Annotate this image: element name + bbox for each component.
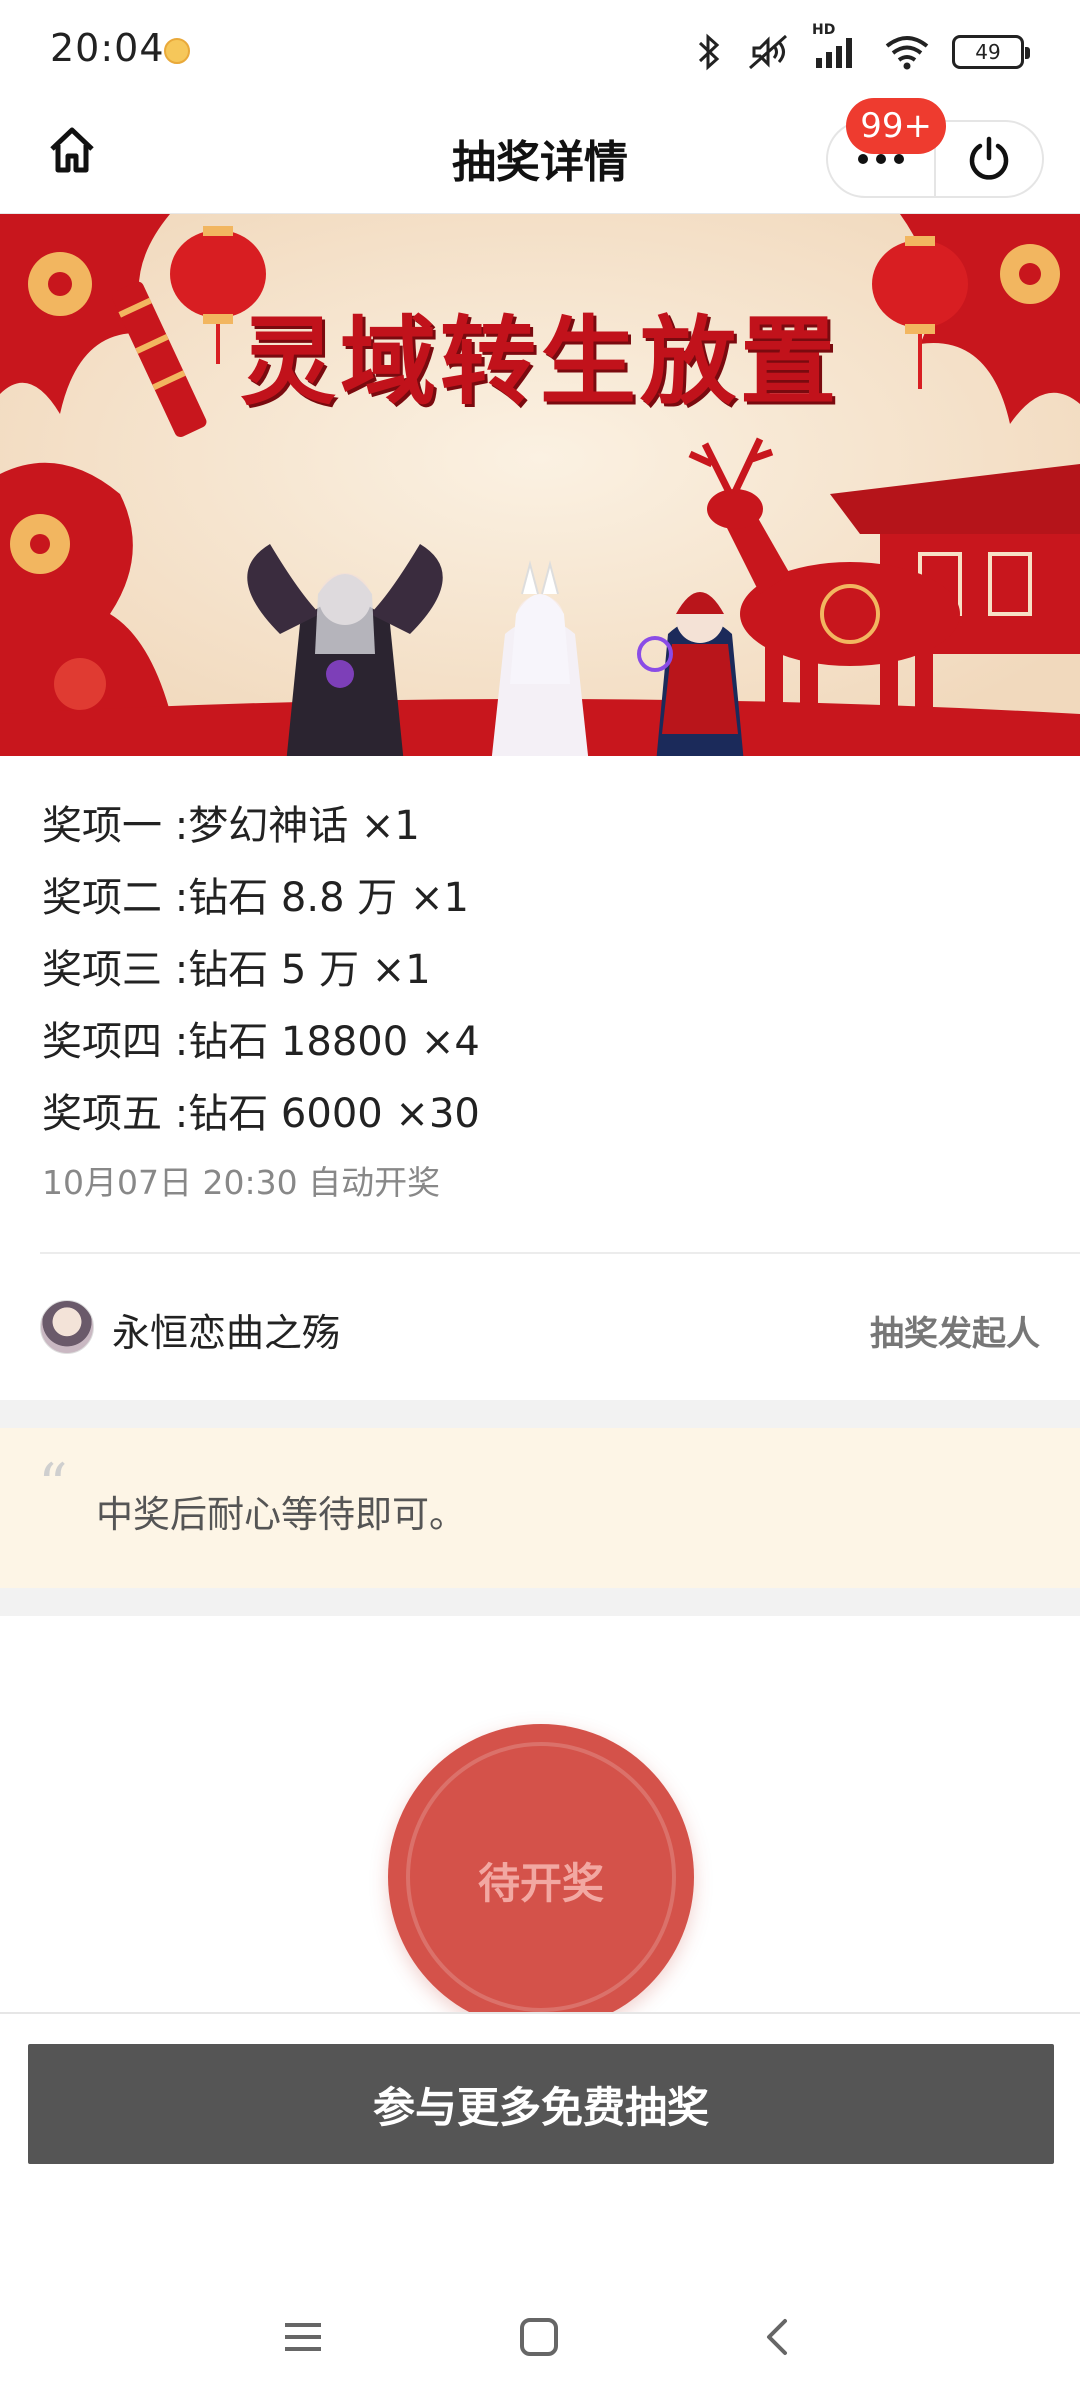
mute-icon (746, 32, 790, 72)
prize-label: 奖项一 : (42, 803, 189, 849)
initiator-name: 永恒恋曲之殇 (112, 1311, 341, 1355)
section-gap (0, 1400, 1080, 1428)
note-box: “ 中奖后耐心等待即可。 (0, 1428, 1080, 1588)
prize-content: 钻石 8.8 万 ×1 (188, 875, 469, 921)
prize-item: 奖项一 :梦幻神话 ×1 (42, 790, 1042, 862)
bottom-panel: 参与更多免费抽奖 (0, 2012, 1080, 2272)
prize-label: 奖项四 : (42, 1019, 189, 1065)
prize-content: 钻石 18800 ×4 (188, 1019, 480, 1065)
draw-time: 10月07日 20:30 自动开奖 (42, 1163, 441, 1202)
prize-content: 钻石 6000 ×30 (188, 1091, 480, 1137)
status-bar: 20:04 HD 49 (0, 0, 1080, 96)
nav-bar: 抽奖详情 99+ (0, 96, 1080, 214)
signal-icon: HD (812, 22, 862, 72)
power-icon[interactable] (936, 122, 1042, 196)
prize-label: 奖项三 : (42, 947, 189, 993)
prize-content: 梦幻神话 ×1 (188, 803, 420, 849)
capsule-menu: 99+ (826, 98, 1044, 198)
initiator-role: 抽奖发起人 (870, 1314, 1040, 1354)
more-lottery-button[interactable]: 参与更多免费抽奖 (28, 2044, 1054, 2164)
draw-status-button[interactable]: 待开奖 (388, 1724, 694, 2030)
prize-item: 奖项二 :钻石 8.8 万 ×1 (42, 862, 1042, 934)
prize-content: 钻石 5 万 ×1 (188, 947, 431, 993)
note-text: 中奖后耐心等待即可。 (96, 1493, 466, 1536)
emoji-icon (164, 38, 190, 64)
status-icons: HD 49 (694, 22, 1030, 76)
draw-status-label: 待开奖 (477, 1859, 604, 1908)
prize-list: 奖项一 :梦幻神话 ×1 奖项二 :钻石 8.8 万 ×1 奖项三 :钻石 5 … (42, 790, 1042, 1208)
status-time: 20:04 (50, 26, 165, 70)
back-icon[interactable] (752, 2312, 802, 2362)
battery-icon: 49 (952, 35, 1030, 69)
section-gap (0, 1588, 1080, 1616)
home-square-icon[interactable] (514, 2312, 564, 2362)
quote-icon: “ (38, 1451, 68, 1519)
wifi-icon (884, 32, 930, 72)
prize-item: 奖项五 :钻石 6000 ×30 (42, 1078, 1042, 1150)
initiator-row[interactable]: 永恒恋曲之殇 抽奖发起人 (0, 1254, 1080, 1400)
notification-badge: 99+ (846, 98, 946, 154)
banner-title: 灵域转生放置 (240, 305, 840, 418)
system-nav-bar (0, 2272, 1080, 2400)
avatar[interactable] (40, 1300, 94, 1354)
prize-label: 奖项五 : (42, 1091, 189, 1137)
prize-item: 奖项三 :钻石 5 万 ×1 (42, 934, 1042, 1006)
bluetooth-icon (694, 32, 724, 72)
menu-icon[interactable] (278, 2312, 328, 2362)
prize-label: 奖项二 : (42, 875, 189, 921)
signal-hd-label: HD (812, 22, 836, 38)
prize-item: 奖项四 :钻石 18800 ×4 (42, 1006, 1042, 1078)
banner-image: 灵域转生放置 (0, 214, 1080, 756)
